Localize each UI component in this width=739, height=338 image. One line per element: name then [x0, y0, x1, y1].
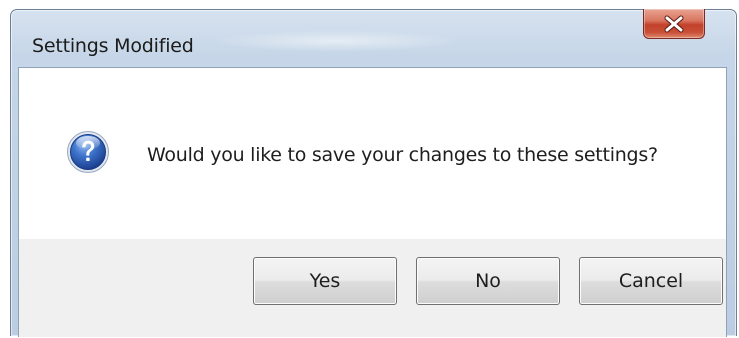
yes-button[interactable]: Yes: [253, 257, 397, 305]
dialog-body: Would you like to save your changes to t…: [18, 67, 727, 337]
button-row: Yes No Cancel: [19, 239, 726, 338]
close-icon: [664, 15, 684, 32]
close-button[interactable]: [643, 9, 705, 39]
message-panel: Would you like to save your changes to t…: [19, 68, 726, 239]
title-bar-glass: [211, 30, 461, 52]
question-icon: [67, 131, 109, 173]
title-bar[interactable]: Settings Modified: [11, 9, 736, 67]
no-button[interactable]: No: [416, 257, 560, 305]
dialog-message: Would you like to save your changes to t…: [147, 144, 658, 166]
dialog-window: Settings Modified Would you like to save…: [10, 9, 737, 337]
dialog-title: Settings Modified: [32, 35, 194, 57]
cancel-button[interactable]: Cancel: [579, 257, 723, 305]
